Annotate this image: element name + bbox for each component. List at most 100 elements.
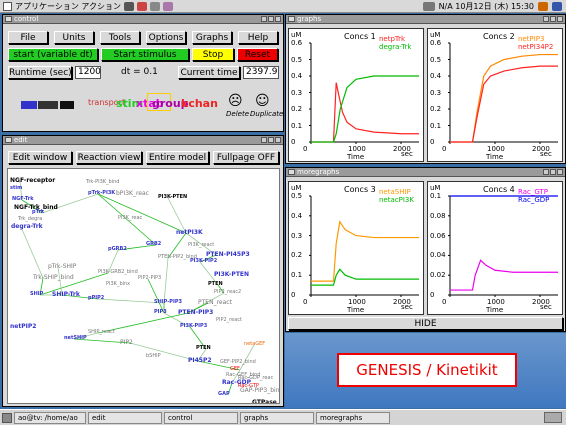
- delete-icon[interactable]: ☹: [228, 93, 243, 109]
- reaction-node[interactable]: PIP2_reac2: [214, 289, 241, 295]
- task-terminal[interactable]: ao@tv: /home/ao: [14, 411, 86, 424]
- network-icon[interactable]: [552, 2, 562, 11]
- reaction-node[interactable]: PI3K-PTEN: [158, 194, 187, 200]
- hide-button[interactable]: HIDE: [288, 317, 563, 330]
- reset-button[interactable]: Reset: [237, 48, 278, 61]
- reaction-node[interactable]: PIP2: [120, 339, 133, 346]
- reaction-node[interactable]: Trk-SHIP_bind: [33, 274, 74, 281]
- reaction-node[interactable]: pTrk: [32, 209, 44, 215]
- kpool-icon[interactable]: [21, 101, 37, 109]
- reaction-node[interactable]: Rac-GDP_reac: [238, 375, 273, 381]
- menu-units[interactable]: Units: [54, 31, 94, 44]
- reaction-node[interactable]: PI45P2: [188, 357, 212, 364]
- reaction-node[interactable]: netPIP2: [10, 323, 36, 330]
- runtime-input[interactable]: 1200: [75, 66, 101, 79]
- reaction-node[interactable]: PI3K-PIP2: [190, 258, 217, 264]
- reaction-node[interactable]: pPIP2: [88, 295, 104, 301]
- maximize-icon[interactable]: [268, 16, 274, 22]
- task-moregraphs[interactable]: moregraphs: [316, 411, 390, 424]
- menu-tools[interactable]: Tools: [100, 31, 140, 44]
- system-icon[interactable]: [3, 1, 12, 11]
- reaction-node[interactable]: SHIP_react: [88, 329, 115, 335]
- update-icon[interactable]: [538, 2, 548, 11]
- reaction-node[interactable]: PTEN_react: [198, 299, 232, 306]
- maximize-icon[interactable]: [550, 16, 556, 22]
- reaction-node[interactable]: PTEN: [208, 281, 223, 287]
- window-menu-icon[interactable]: [5, 16, 12, 22]
- reaction-node[interactable]: PI3K-GRB2_bind: [98, 269, 138, 275]
- reaction-node[interactable]: PTEN-PI45P3: [206, 251, 250, 258]
- reaction-node[interactable]: SHIP-Trk: [52, 291, 80, 298]
- reaction-node[interactable]: PI3K_react: [188, 242, 214, 248]
- editor-icon[interactable]: [162, 1, 173, 11]
- task-edit[interactable]: edit: [88, 411, 162, 424]
- reaction-node[interactable]: PI3K_reac: [118, 215, 142, 221]
- minimize-icon[interactable]: [543, 16, 549, 22]
- reaction-node[interactable]: SHIP-PIP3: [154, 299, 182, 305]
- reaction-node[interactable]: bPI3K_reac: [116, 190, 149, 197]
- applications-menu[interactable]: アプリケーション アクション: [15, 1, 121, 12]
- reaction-node[interactable]: netSHIP: [64, 335, 87, 341]
- reaction-node[interactable]: SHIP: [30, 291, 43, 297]
- reaction-node[interactable]: PTEN: [196, 345, 211, 351]
- reaction-node[interactable]: GAP-PIP3_bind: [240, 387, 279, 394]
- close-icon[interactable]: [275, 137, 281, 143]
- reaction-node[interactable]: PIP2_react: [216, 317, 242, 323]
- tab-reaction-view[interactable]: Reaction view: [76, 151, 142, 164]
- kchan-icon[interactable]: kchan: [181, 97, 218, 110]
- start-stimulus-button[interactable]: Start stimulus: [101, 48, 189, 61]
- reaction-node[interactable]: NGF-receptor: [10, 177, 55, 184]
- maximize-icon[interactable]: [268, 137, 274, 143]
- reaction-node[interactable]: NGF-Trk: [12, 196, 34, 202]
- control-titlebar[interactable]: control: [3, 15, 283, 24]
- reaction-node[interactable]: GEF-PIP2_bind: [220, 359, 256, 365]
- reaction-node[interactable]: Trk-PI3K_bind: [86, 179, 119, 185]
- maximize-icon[interactable]: [550, 169, 556, 175]
- reaction-node[interactable]: GAP: [218, 391, 230, 397]
- close-icon[interactable]: [557, 169, 563, 175]
- reaction-node[interactable]: GTPase: [252, 399, 277, 403]
- show-desktop-icon[interactable]: [2, 412, 12, 423]
- plot-concs-3[interactable]: 0.5 0.4 0.3 0.2 0.1 0 0 1000 2000 uM Concs 3 Time se…: [288, 181, 424, 315]
- minimize-icon[interactable]: [261, 137, 267, 143]
- window-menu-icon[interactable]: [288, 169, 295, 175]
- reaction-node[interactable]: pTrk-PI3K: [88, 190, 115, 196]
- reaction-node[interactable]: PI3K-PTEN: [214, 271, 249, 278]
- menu-options[interactable]: Options: [146, 31, 186, 44]
- reaction-node[interactable]: PI3K_binx: [106, 281, 130, 287]
- reaction-node[interactable]: PI3K-PIP3: [180, 323, 207, 329]
- terminal-icon[interactable]: [123, 1, 134, 11]
- reaction-node[interactable]: stim: [10, 185, 22, 191]
- task-graphs[interactable]: graphs: [240, 411, 314, 424]
- reaction-node[interactable]: pGRB2: [108, 246, 127, 252]
- plot-concs-1[interactable]: 0.6 0.5 0.4 0.3 0.2 0.1 0 0 1000 2000 uM Concs 1 Tim…: [288, 28, 424, 162]
- kenz-icon[interactable]: [60, 101, 74, 109]
- reaction-node[interactable]: PTEN-PIP3: [178, 309, 213, 316]
- workspace-switcher[interactable]: [544, 412, 562, 423]
- reaction-node[interactable]: Trk_degra: [18, 216, 42, 222]
- kreac-icon[interactable]: [38, 101, 58, 109]
- reaction-node[interactable]: bSHIP: [146, 353, 161, 359]
- plot-concs-2[interactable]: 0.6 0.5 0.4 0.3 0.2 0.1 0 0 1000 2000 uM Concs 2 Tim…: [427, 28, 563, 162]
- minimize-icon[interactable]: [543, 169, 549, 175]
- reaction-node[interactable]: degra-Trk: [11, 223, 43, 230]
- menu-file[interactable]: File: [8, 31, 48, 44]
- reaction-node[interactable]: PIP2-PIP3: [138, 275, 161, 281]
- edit-titlebar[interactable]: edit: [3, 136, 283, 145]
- reaction-node[interactable]: netPI3K: [176, 229, 203, 236]
- tab-edit-window[interactable]: Edit window: [8, 151, 72, 164]
- reaction-canvas[interactable]: NGF-receptor stim NGF-Trk NGF-Trk_bind pTrk T…: [7, 168, 280, 404]
- moregraphs-titlebar[interactable]: moregraphs: [286, 168, 565, 177]
- close-icon[interactable]: [275, 16, 281, 22]
- stop-button[interactable]: Stop: [192, 48, 234, 61]
- reaction-node[interactable]: GRB2: [146, 241, 161, 247]
- window-menu-icon[interactable]: [5, 137, 12, 143]
- mail-icon[interactable]: [149, 1, 160, 11]
- tab-fullpage[interactable]: Fullpage OFF: [213, 151, 279, 164]
- reaction-node[interactable]: pTrk-SHIP: [48, 263, 76, 270]
- task-control[interactable]: control: [164, 411, 238, 424]
- tab-entire-model[interactable]: Entire model: [146, 151, 209, 164]
- menu-graphs[interactable]: Graphs: [192, 31, 232, 44]
- start-button[interactable]: start (variable dt): [8, 48, 98, 61]
- browser-icon[interactable]: [136, 1, 147, 11]
